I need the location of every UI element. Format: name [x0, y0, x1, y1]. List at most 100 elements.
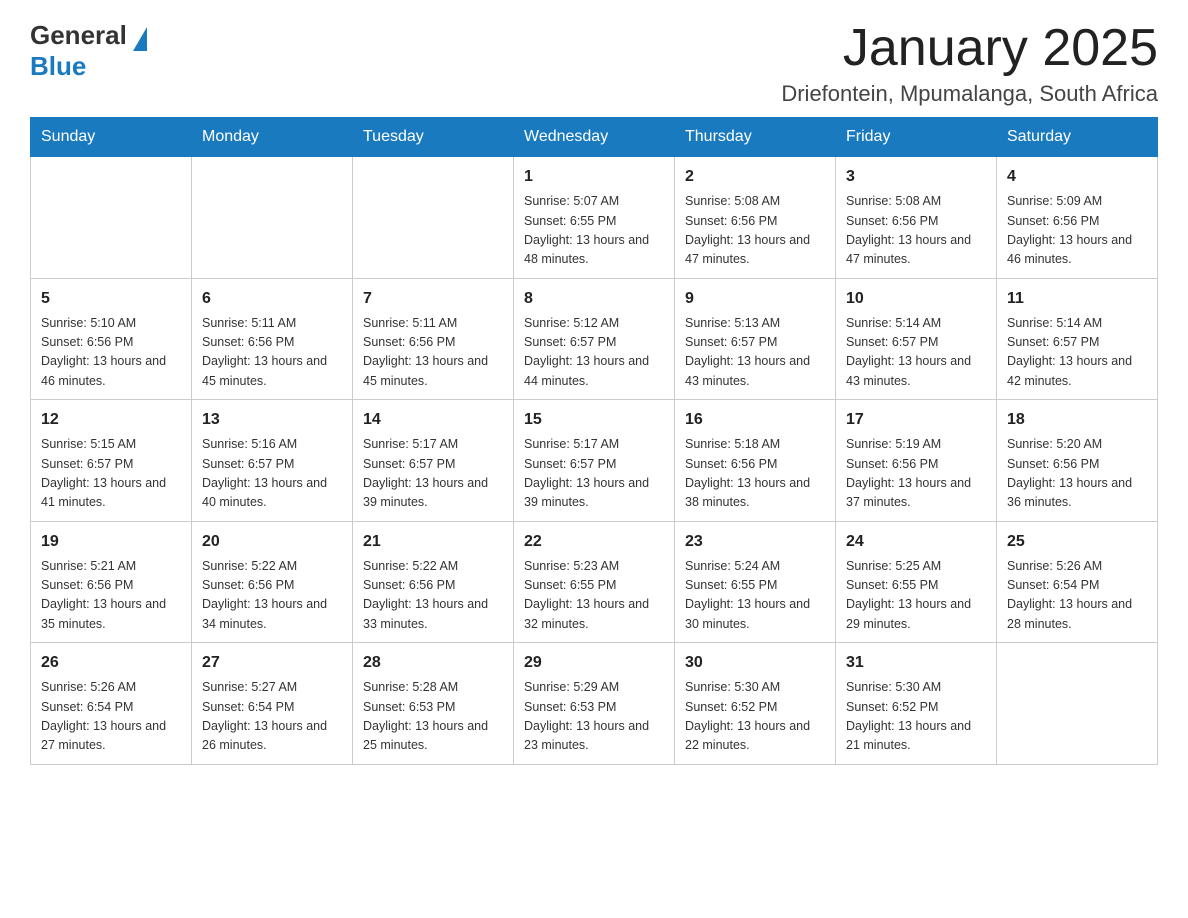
calendar-cell: 13 Sunrise: 5:16 AM Sunset: 6:57 PM Dayli… [192, 400, 353, 522]
day-number: 14 [363, 408, 503, 432]
calendar-header-row: SundayMondayTuesdayWednesdayThursdayFrid… [31, 118, 1158, 157]
day-number: 25 [1007, 530, 1147, 554]
logo-blue-text: Blue [30, 51, 147, 82]
calendar-cell: 26 Sunrise: 5:26 AM Sunset: 6:54 PM Dayli… [31, 643, 192, 765]
calendar-cell: 3 Sunrise: 5:08 AM Sunset: 6:56 PM Daylig… [836, 157, 997, 279]
calendar-cell: 20 Sunrise: 5:22 AM Sunset: 6:56 PM Dayli… [192, 521, 353, 643]
day-number: 28 [363, 651, 503, 675]
calendar-cell: 1 Sunrise: 5:07 AM Sunset: 6:55 PM Daylig… [514, 157, 675, 279]
day-info: Sunrise: 5:10 AM Sunset: 6:56 PM Dayligh… [41, 314, 181, 392]
day-info: Sunrise: 5:16 AM Sunset: 6:57 PM Dayligh… [202, 435, 342, 513]
calendar-cell: 23Sunrise: 5:24 AM Sunset: 6:55 PM Dayli… [675, 521, 836, 643]
column-header-sunday: Sunday [31, 118, 192, 157]
day-number: 19 [41, 530, 181, 554]
day-info: Sunrise: 5:22 AM Sunset: 6:56 PM Dayligh… [202, 557, 342, 635]
day-info: Sunrise: 5:26 AM Sunset: 6:54 PM Dayligh… [41, 678, 181, 756]
day-number: 20 [202, 530, 342, 554]
day-number: 5 [41, 287, 181, 311]
day-number: 6 [202, 287, 342, 311]
day-info: Sunrise: 5:23 AM Sunset: 6:55 PM Dayligh… [524, 557, 664, 635]
day-number: 23 [685, 530, 825, 554]
calendar-cell: 5 Sunrise: 5:10 AM Sunset: 6:56 PM Daylig… [31, 278, 192, 400]
calendar-cell: 10 Sunrise: 5:14 AM Sunset: 6:57 PM Dayli… [836, 278, 997, 400]
day-number: 7 [363, 287, 503, 311]
calendar-cell [353, 157, 514, 279]
day-number: 11 [1007, 287, 1147, 311]
calendar-cell: 27Sunrise: 5:27 AM Sunset: 6:54 PM Dayli… [192, 643, 353, 765]
day-number: 31 [846, 651, 986, 675]
day-info: Sunrise: 5:15 AM Sunset: 6:57 PM Dayligh… [41, 435, 181, 513]
day-info: Sunrise: 5:30 AM Sunset: 6:52 PM Dayligh… [846, 678, 986, 756]
calendar-cell: 18 Sunrise: 5:20 AM Sunset: 6:56 PM Dayli… [997, 400, 1158, 522]
day-number: 18 [1007, 408, 1147, 432]
day-info: Sunrise: 5:08 AM Sunset: 6:56 PM Dayligh… [846, 192, 986, 270]
day-info: Sunrise: 5:17 AM Sunset: 6:57 PM Dayligh… [363, 435, 503, 513]
calendar-cell: 30Sunrise: 5:30 AM Sunset: 6:52 PM Dayli… [675, 643, 836, 765]
calendar-cell: 17 Sunrise: 5:19 AM Sunset: 6:56 PM Dayli… [836, 400, 997, 522]
day-info: Sunrise: 5:25 AM Sunset: 6:55 PM Dayligh… [846, 557, 986, 635]
day-info: Sunrise: 5:12 AM Sunset: 6:57 PM Dayligh… [524, 314, 664, 392]
calendar-week-row: 19 Sunrise: 5:21 AM Sunset: 6:56 PM Dayli… [31, 521, 1158, 643]
calendar-week-row: 5 Sunrise: 5:10 AM Sunset: 6:56 PM Daylig… [31, 278, 1158, 400]
calendar-cell: 8Sunrise: 5:12 AM Sunset: 6:57 PM Daylig… [514, 278, 675, 400]
calendar-cell: 12 Sunrise: 5:15 AM Sunset: 6:57 PM Dayli… [31, 400, 192, 522]
calendar-cell: 9Sunrise: 5:13 AM Sunset: 6:57 PM Daylig… [675, 278, 836, 400]
day-info: Sunrise: 5:26 AM Sunset: 6:54 PM Dayligh… [1007, 557, 1147, 635]
day-info: Sunrise: 5:07 AM Sunset: 6:55 PM Dayligh… [524, 192, 664, 270]
calendar-cell: 29 Sunrise: 5:29 AM Sunset: 6:53 PM Dayli… [514, 643, 675, 765]
day-number: 15 [524, 408, 664, 432]
day-info: Sunrise: 5:19 AM Sunset: 6:56 PM Dayligh… [846, 435, 986, 513]
day-number: 22 [524, 530, 664, 554]
calendar-cell [192, 157, 353, 279]
day-number: 13 [202, 408, 342, 432]
day-number: 30 [685, 651, 825, 675]
calendar-cell: 14 Sunrise: 5:17 AM Sunset: 6:57 PM Dayli… [353, 400, 514, 522]
day-number: 4 [1007, 165, 1147, 189]
day-number: 10 [846, 287, 986, 311]
calendar-table: SundayMondayTuesdayWednesdayThursdayFrid… [30, 117, 1158, 765]
title-area: January 2025 Driefontein, Mpumalanga, So… [781, 20, 1158, 107]
calendar-cell [31, 157, 192, 279]
calendar-week-row: 26 Sunrise: 5:26 AM Sunset: 6:54 PM Dayli… [31, 643, 1158, 765]
day-number: 21 [363, 530, 503, 554]
calendar-cell: 25 Sunrise: 5:26 AM Sunset: 6:54 PM Dayli… [997, 521, 1158, 643]
calendar-week-row: 12 Sunrise: 5:15 AM Sunset: 6:57 PM Dayli… [31, 400, 1158, 522]
day-info: Sunrise: 5:21 AM Sunset: 6:56 PM Dayligh… [41, 557, 181, 635]
day-info: Sunrise: 5:09 AM Sunset: 6:56 PM Dayligh… [1007, 192, 1147, 270]
page-header: General Blue January 2025 Driefontein, M… [30, 20, 1158, 107]
calendar-cell: 7 Sunrise: 5:11 AM Sunset: 6:56 PM Daylig… [353, 278, 514, 400]
calendar-cell: 24 Sunrise: 5:25 AM Sunset: 6:55 PM Dayli… [836, 521, 997, 643]
logo-general-text: General [30, 20, 127, 51]
day-info: Sunrise: 5:20 AM Sunset: 6:56 PM Dayligh… [1007, 435, 1147, 513]
column-header-thursday: Thursday [675, 118, 836, 157]
day-number: 27 [202, 651, 342, 675]
calendar-cell: 21 Sunrise: 5:22 AM Sunset: 6:56 PM Dayli… [353, 521, 514, 643]
calendar-cell: 16Sunrise: 5:18 AM Sunset: 6:56 PM Dayli… [675, 400, 836, 522]
calendar-cell: 15Sunrise: 5:17 AM Sunset: 6:57 PM Dayli… [514, 400, 675, 522]
day-number: 3 [846, 165, 986, 189]
calendar-week-row: 1 Sunrise: 5:07 AM Sunset: 6:55 PM Daylig… [31, 157, 1158, 279]
column-header-tuesday: Tuesday [353, 118, 514, 157]
day-number: 29 [524, 651, 664, 675]
calendar-cell: 28Sunrise: 5:28 AM Sunset: 6:53 PM Dayli… [353, 643, 514, 765]
day-number: 24 [846, 530, 986, 554]
day-info: Sunrise: 5:11 AM Sunset: 6:56 PM Dayligh… [363, 314, 503, 392]
logo: General Blue [30, 20, 147, 82]
day-number: 16 [685, 408, 825, 432]
day-info: Sunrise: 5:13 AM Sunset: 6:57 PM Dayligh… [685, 314, 825, 392]
day-info: Sunrise: 5:22 AM Sunset: 6:56 PM Dayligh… [363, 557, 503, 635]
calendar-cell: 4 Sunrise: 5:09 AM Sunset: 6:56 PM Daylig… [997, 157, 1158, 279]
day-number: 12 [41, 408, 181, 432]
day-info: Sunrise: 5:29 AM Sunset: 6:53 PM Dayligh… [524, 678, 664, 756]
column-header-friday: Friday [836, 118, 997, 157]
day-number: 26 [41, 651, 181, 675]
day-number: 17 [846, 408, 986, 432]
day-number: 1 [524, 165, 664, 189]
calendar-cell: 19 Sunrise: 5:21 AM Sunset: 6:56 PM Dayli… [31, 521, 192, 643]
month-title: January 2025 [781, 20, 1158, 77]
calendar-cell [997, 643, 1158, 765]
location-title: Driefontein, Mpumalanga, South Africa [781, 81, 1158, 107]
day-info: Sunrise: 5:14 AM Sunset: 6:57 PM Dayligh… [846, 314, 986, 392]
calendar-cell: 6Sunrise: 5:11 AM Sunset: 6:56 PM Daylig… [192, 278, 353, 400]
calendar-cell: 2Sunrise: 5:08 AM Sunset: 6:56 PM Daylig… [675, 157, 836, 279]
